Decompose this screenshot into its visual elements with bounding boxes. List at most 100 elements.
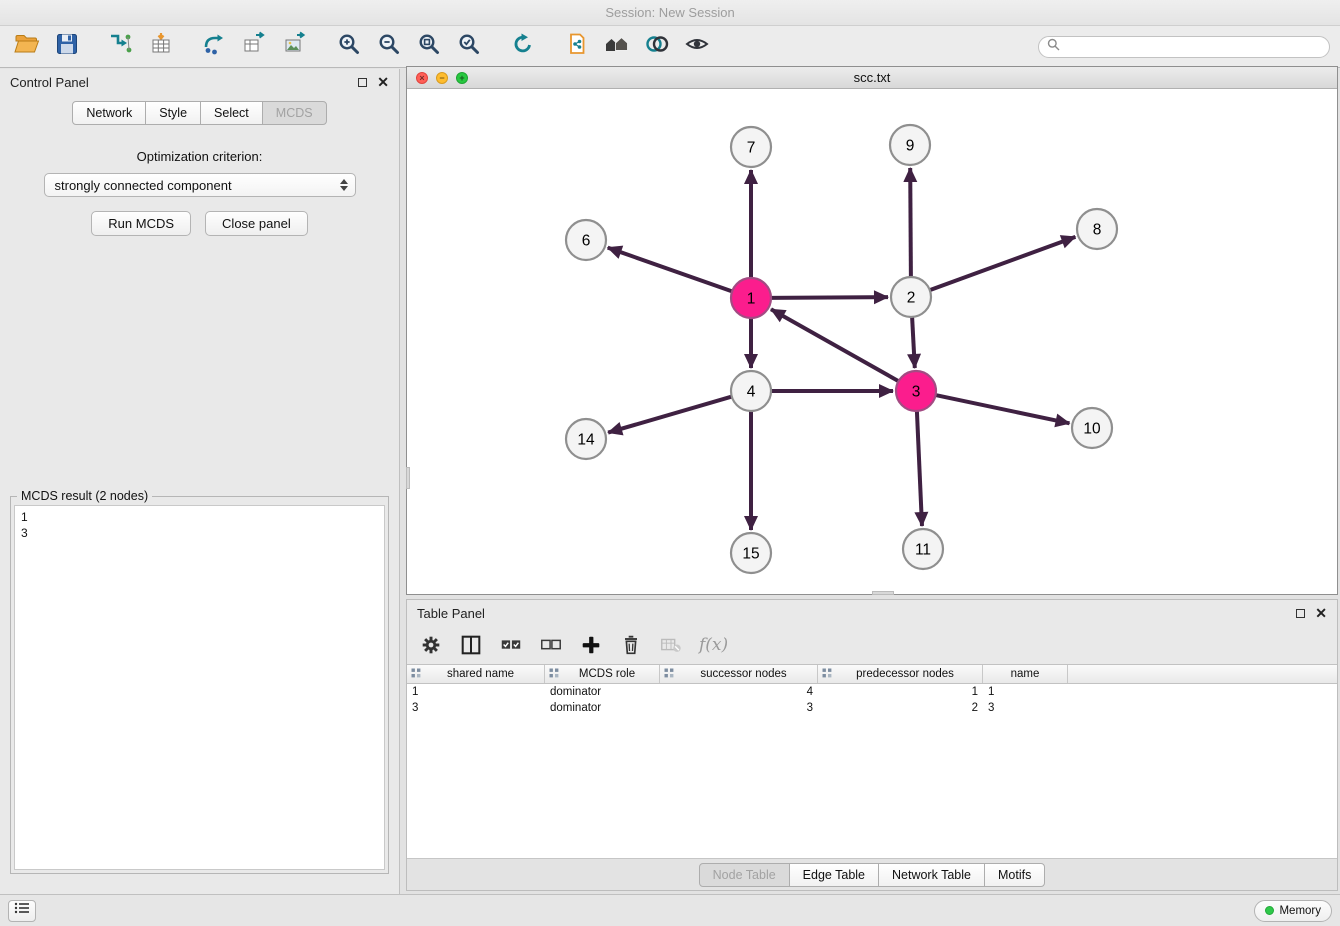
export-image-button[interactable] xyxy=(278,31,312,63)
export-image-icon xyxy=(282,31,308,62)
tab-motifs[interactable]: Motifs xyxy=(984,863,1045,887)
mcds-result-line: 1 xyxy=(21,509,378,525)
graph-edge[interactable] xyxy=(912,317,915,368)
window-titlebar: Session: New Session xyxy=(0,0,1340,26)
refresh-button[interactable] xyxy=(506,31,540,63)
optimization-criterion-select[interactable]: strongly connected component xyxy=(44,173,356,197)
graph-edge[interactable] xyxy=(910,168,911,277)
tab-network[interactable]: Network xyxy=(72,101,146,125)
dropdown-stepper-icon xyxy=(337,179,351,191)
cell-mcds-role: dominator xyxy=(545,686,660,698)
minimize-window-button[interactable]: − xyxy=(436,72,448,84)
memory-button[interactable]: Memory xyxy=(1254,900,1332,922)
graph-node-label: 2 xyxy=(907,290,916,307)
graph-node-label: 10 xyxy=(1083,421,1101,438)
graph-edge[interactable] xyxy=(936,395,1070,423)
memory-status-icon xyxy=(1265,906,1274,915)
houses-icon xyxy=(604,31,630,62)
mcds-result-list[interactable]: 1 3 xyxy=(14,505,385,870)
network-file-button[interactable] xyxy=(560,31,594,63)
status-bar: Memory xyxy=(0,894,1340,926)
graph-edge[interactable] xyxy=(771,297,888,298)
eye-icon xyxy=(684,31,710,62)
table-panel-title: Table Panel xyxy=(417,606,485,621)
close-panel-icon[interactable]: ✕ xyxy=(1315,606,1327,620)
graph-edge[interactable] xyxy=(608,248,732,292)
zoom-fit-button[interactable] xyxy=(412,31,446,63)
column-header-shared-name[interactable]: shared name xyxy=(407,665,545,683)
network-canvas[interactable]: 7968124314101511 xyxy=(407,89,1337,594)
curved-arrow-icon xyxy=(202,31,228,62)
zoom-selected-icon xyxy=(456,31,482,62)
graph-node-label: 7 xyxy=(747,140,756,157)
delete-table-icon-disabled xyxy=(659,633,683,657)
close-panel-icon[interactable]: ✕ xyxy=(377,75,389,89)
list-icon xyxy=(14,901,30,920)
main-area: Control Panel ✕ Network Style Select MCD… xyxy=(0,69,1340,894)
float-panel-icon[interactable] xyxy=(1296,609,1305,618)
cell-shared-name: 1 xyxy=(407,686,545,698)
show-networks-button[interactable] xyxy=(600,31,634,63)
run-mcds-button[interactable]: Run MCDS xyxy=(91,211,191,236)
tab-mcds[interactable]: MCDS xyxy=(262,101,327,125)
show-graphics-details-button[interactable] xyxy=(680,31,714,63)
graph-edge[interactable] xyxy=(930,237,1076,290)
table-tabs: Node Table Edge Table Network Table Moti… xyxy=(407,858,1337,890)
export-table-button[interactable] xyxy=(238,31,272,63)
select-all-icon[interactable] xyxy=(499,633,523,657)
import-network-icon xyxy=(108,31,134,62)
open-session-button[interactable] xyxy=(10,31,44,63)
float-panel-icon[interactable] xyxy=(358,78,367,87)
control-panel-header: Control Panel ✕ xyxy=(0,69,399,95)
open-folder-icon xyxy=(14,31,40,62)
network-window-titlebar: × − + scc.txt xyxy=(407,67,1337,89)
cell-shared-name: 3 xyxy=(407,702,545,714)
tab-style[interactable]: Style xyxy=(145,101,201,125)
save-session-button[interactable] xyxy=(50,31,84,63)
graph-edge[interactable] xyxy=(917,411,922,526)
tab-network-table[interactable]: Network Table xyxy=(878,863,985,887)
graph-edge[interactable] xyxy=(771,309,899,381)
function-builder-button[interactable]: f(x) xyxy=(699,635,728,655)
table-row[interactable]: 3 dominator 3 2 3 xyxy=(407,700,1337,716)
tab-select[interactable]: Select xyxy=(200,101,263,125)
column-header-successor-nodes[interactable]: successor nodes xyxy=(660,665,818,683)
new-network-button[interactable] xyxy=(198,31,232,63)
show-columns-button[interactable] xyxy=(459,633,483,657)
table-row[interactable]: 1 dominator 4 1 1 xyxy=(407,684,1337,700)
splitter-handle[interactable] xyxy=(406,467,410,489)
column-header-predecessor-nodes[interactable]: predecessor nodes xyxy=(818,665,983,683)
tab-node-table[interactable]: Node Table xyxy=(699,863,790,887)
search-input[interactable] xyxy=(1065,39,1321,54)
close-window-button[interactable]: × xyxy=(416,72,428,84)
table-settings-button[interactable] xyxy=(419,633,443,657)
close-panel-button[interactable]: Close panel xyxy=(205,211,308,236)
deselect-all-icon[interactable] xyxy=(539,633,563,657)
graph-edge[interactable] xyxy=(608,397,732,433)
sort-icon xyxy=(822,668,832,681)
zoom-in-button[interactable] xyxy=(332,31,366,63)
graph-node-label: 11 xyxy=(915,542,931,559)
import-network-button[interactable] xyxy=(104,31,138,63)
delete-column-button[interactable] xyxy=(619,633,643,657)
task-history-button[interactable] xyxy=(8,900,36,922)
mcds-result-fieldset: MCDS result (2 nodes) 1 3 xyxy=(10,496,389,874)
network-view-window: × − + scc.txt 7968124314101511 xyxy=(406,66,1338,595)
tab-edge-table[interactable]: Edge Table xyxy=(789,863,879,887)
maximize-window-button[interactable]: + xyxy=(456,72,468,84)
apply-style-button[interactable] xyxy=(640,31,674,63)
zoom-out-button[interactable] xyxy=(372,31,406,63)
splitter-handle[interactable] xyxy=(872,591,894,595)
cell-successor-nodes: 4 xyxy=(660,686,818,698)
sort-icon xyxy=(664,668,674,681)
column-header-name[interactable]: name xyxy=(983,665,1068,683)
column-header-mcds-role[interactable]: MCDS role xyxy=(545,665,660,683)
cell-successor-nodes: 3 xyxy=(660,702,818,714)
sort-icon xyxy=(549,668,559,681)
add-column-button[interactable] xyxy=(579,633,603,657)
import-table-button[interactable] xyxy=(144,31,178,63)
zoom-selected-button[interactable] xyxy=(452,31,486,63)
network-file-icon xyxy=(564,31,590,62)
control-panel-tabs: Network Style Select MCDS xyxy=(0,101,399,125)
cell-mcds-role: dominator xyxy=(545,702,660,714)
